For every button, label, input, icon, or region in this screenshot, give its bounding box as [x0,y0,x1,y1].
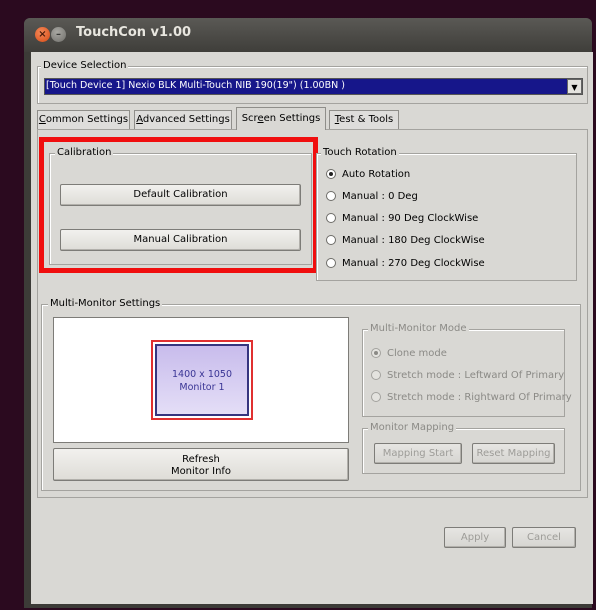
cancel-button[interactable]: Cancel [512,527,576,548]
radio-checked-icon [326,169,336,179]
tab-advanced-settings[interactable]: Advanced Settings [134,110,232,129]
apply-button[interactable]: Apply [444,527,506,548]
rotation-0-radio[interactable]: Manual : 0 Deg [326,189,418,203]
radio-icon [326,235,336,245]
rotation-270-radio[interactable]: Manual : 270 Deg ClockWise [326,256,485,270]
device-selection-legend: Device Selection [41,60,129,72]
calibration-highlight-box [39,137,318,273]
refresh-monitor-info-button[interactable]: Refresh Monitor Info [53,448,349,481]
radio-icon [371,392,381,402]
tab-common-settings[interactable]: Common Settings [37,110,130,129]
radio-checked-icon [371,348,381,358]
clone-mode-radio[interactable]: Clone mode [371,346,447,360]
close-window-button[interactable]: × [35,27,50,42]
radio-icon [326,258,336,268]
monitor-highlight-box [151,340,253,420]
stretch-left-radio[interactable]: Stretch mode : Leftward Of Primary [371,368,564,382]
multi-monitor-mode-legend: Multi-Monitor Mode [368,323,469,335]
device-select-value: [Touch Device 1] Nexio BLK Multi-Touch N… [46,80,345,91]
radio-icon [326,213,336,223]
tab-screen-settings[interactable]: Screen Settings [236,107,326,130]
mapping-start-button[interactable]: Mapping Start [374,443,462,464]
stretch-right-radio[interactable]: Stretch mode : Rightward Of Primary [371,390,572,404]
reset-mapping-button[interactable]: Reset Mapping [472,443,555,464]
chevron-down-icon[interactable]: ▼ [567,79,582,94]
radio-icon [326,191,336,201]
monitor-mapping-legend: Monitor Mapping [368,422,457,434]
touch-rotation-legend: Touch Rotation [321,147,399,159]
rotation-180-radio[interactable]: Manual : 180 Deg ClockWise [326,233,485,247]
rotation-auto-radio[interactable]: Auto Rotation [326,167,410,181]
window-title: TouchCon v1.00 [76,25,192,40]
multi-monitor-legend: Multi-Monitor Settings [48,298,163,310]
rotation-90-radio[interactable]: Manual : 90 Deg ClockWise [326,211,478,225]
radio-icon [371,370,381,380]
tab-test-tools[interactable]: Test & Tools [329,110,399,129]
minimize-window-button[interactable]: – [51,27,66,42]
